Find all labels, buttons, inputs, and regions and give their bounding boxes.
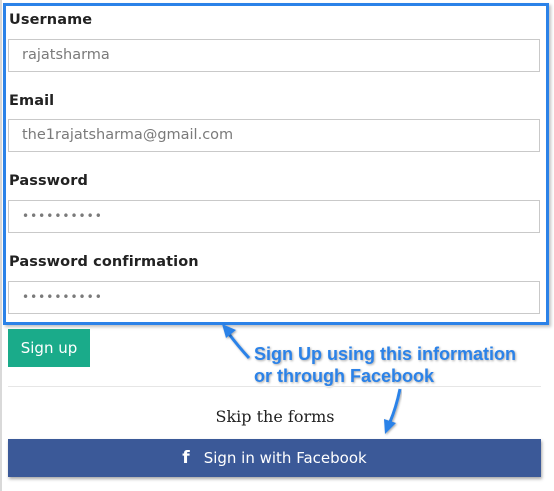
username-label: Username [9, 12, 93, 28]
username-input[interactable]: rajatsharma [8, 39, 540, 72]
callout-line-2: or through Facebook [254, 366, 434, 386]
facebook-signin-button[interactable]: f Sign in with Facebook [8, 439, 541, 477]
skip-forms-text: Skip the forms [215, 407, 335, 426]
password-input[interactable]: •••••••••• [8, 200, 540, 233]
email-input[interactable]: the1rajatsharma@gmail.com [8, 119, 540, 152]
callout-annotation: Sign Up using this information or throug… [254, 343, 516, 387]
facebook-signin-label: Sign in with Facebook [203, 449, 367, 467]
password-confirmation-input[interactable]: •••••••••• [8, 281, 540, 314]
password-confirmation-label: Password confirmation [9, 254, 199, 270]
signup-button[interactable]: Sign up [8, 329, 90, 367]
facebook-icon: f [182, 448, 190, 468]
signup-page: Username rajatsharma Email the1rajatshar… [0, 0, 554, 491]
callout-line-1: Sign Up using this information [254, 344, 516, 364]
divider [8, 386, 541, 387]
email-label: Email [9, 93, 55, 109]
password-label: Password [9, 173, 88, 189]
